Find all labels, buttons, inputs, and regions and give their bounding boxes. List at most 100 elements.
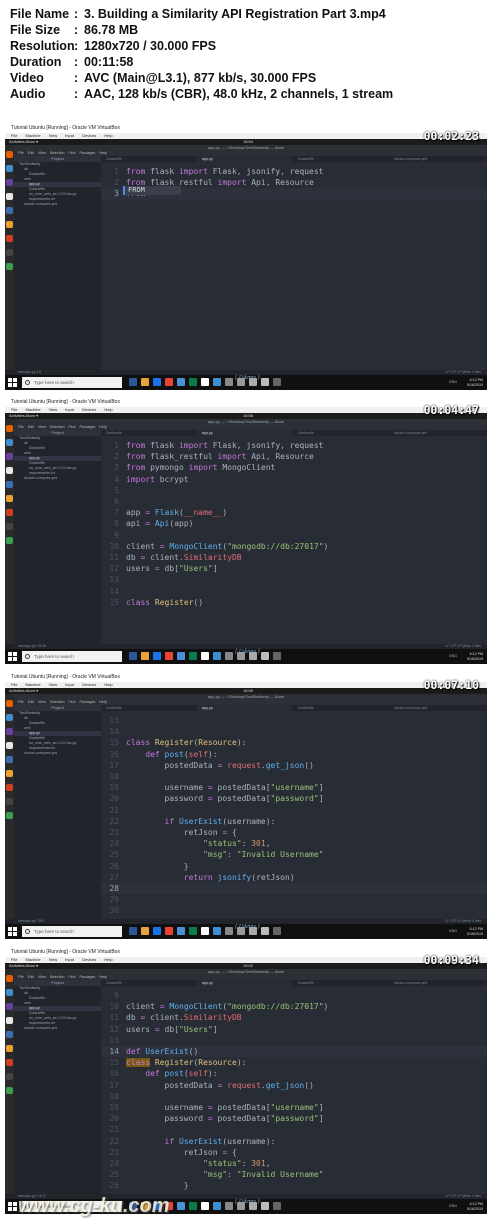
vbox-menu-item[interactable]: Help [104, 682, 112, 687]
atom-menu-item[interactable]: Find [69, 151, 76, 155]
dock-app-icon[interactable] [6, 165, 13, 172]
atom-menu-item[interactable]: File [18, 700, 24, 704]
vbox-menu-item[interactable]: View [49, 407, 58, 412]
atom-menu-item[interactable]: Selection [50, 151, 65, 155]
taskbar-app-icon[interactable] [153, 378, 161, 386]
atom-menu-item[interactable]: Help [99, 700, 106, 704]
dock-app-icon[interactable] [6, 812, 13, 819]
atom-menu-item[interactable]: Packages [80, 975, 96, 979]
atom-menu-item[interactable]: Help [99, 151, 106, 155]
code-editor[interactable]: 13 14 15 class Register(Resource): 16 def po… [101, 711, 487, 919]
taskbar-app-icon[interactable] [189, 1202, 197, 1210]
atom-menu-item[interactable]: Edit [28, 700, 34, 704]
taskbar-app-icon[interactable] [153, 927, 161, 935]
vbox-menu-item[interactable]: Machine [25, 682, 40, 687]
taskbar-app-icon[interactable] [213, 652, 221, 660]
dock-app-icon[interactable] [6, 714, 13, 721]
taskbar-app-icon[interactable] [213, 378, 221, 386]
system-tray-clock[interactable]: 6:12 PM 5/16/2019 [467, 652, 483, 661]
atom-menu-item[interactable]: Edit [28, 975, 34, 979]
atom-menu-item[interactable]: File [18, 975, 24, 979]
taskbar-app-icon[interactable] [225, 1202, 233, 1210]
atom-menu-item[interactable]: View [38, 700, 46, 704]
taskbar-app-icon[interactable] [225, 927, 233, 935]
atom-menu-item[interactable]: View [38, 151, 46, 155]
atom-menu-item[interactable]: Find [69, 975, 76, 979]
dock-app-icon[interactable] [6, 742, 13, 749]
code-editor[interactable]: 9 10 client = MongoClient("mongodb://db:27… [101, 986, 487, 1194]
taskbar-app-icon[interactable] [213, 1202, 221, 1210]
dock-app-icon[interactable] [6, 151, 13, 158]
atom-menu-item[interactable]: Help [99, 975, 106, 979]
vbox-menu-item[interactable]: Devices [82, 407, 96, 412]
vbox-menu-item[interactable]: Devices [82, 682, 96, 687]
windows-start-icon[interactable] [8, 652, 17, 661]
dock-app-icon[interactable] [6, 1059, 13, 1066]
dock-app-icon[interactable] [6, 439, 13, 446]
vbox-menu-item[interactable]: File [11, 682, 17, 687]
taskbar-app-icon[interactable] [141, 927, 149, 935]
vbox-menu-item[interactable]: View [49, 133, 58, 138]
taskbar-app-icon[interactable] [225, 652, 233, 660]
code-editor[interactable]: 1 from flask import Flask, jsonify, reque… [101, 436, 487, 644]
atom-menu-item[interactable]: Selection [50, 975, 65, 979]
taskbar-app-icon[interactable] [261, 927, 269, 935]
taskbar-app-icon[interactable] [141, 652, 149, 660]
dock-app-icon[interactable] [6, 1045, 13, 1052]
atom-menu-item[interactable]: Help [99, 425, 106, 429]
tree-item[interactable]: docker-compose.yml [14, 476, 101, 481]
dock-app-icon[interactable] [6, 798, 13, 805]
dock-app-icon[interactable] [6, 495, 13, 502]
dock-app-icon[interactable] [6, 1073, 13, 1080]
dock-app-icon[interactable] [6, 481, 13, 488]
dock-app-icon[interactable] [6, 1003, 13, 1010]
taskbar-app-icon[interactable] [201, 927, 209, 935]
taskbar-app-icon[interactable] [261, 378, 269, 386]
vbox-menu-item[interactable]: Machine [25, 957, 40, 962]
atom-menu-item[interactable]: Find [69, 700, 76, 704]
taskbar-app-icon[interactable] [261, 652, 269, 660]
dock-app-icon[interactable] [6, 1017, 13, 1024]
taskbar-app-icon[interactable] [153, 652, 161, 660]
system-tray-clock[interactable]: 6:12 PM 5/16/2019 [467, 927, 483, 936]
dock-app-icon[interactable] [6, 537, 13, 544]
atom-menu-item[interactable]: File [18, 425, 24, 429]
dock-app-icon[interactable] [6, 221, 13, 228]
vbox-menu-item[interactable]: Machine [25, 407, 40, 412]
taskbar-app-icon[interactable] [165, 927, 173, 935]
dock-app-icon[interactable] [6, 467, 13, 474]
vbox-menu-item[interactable]: Input [65, 682, 74, 687]
vbox-menu-item[interactable]: Input [65, 957, 74, 962]
atom-menu-item[interactable]: Packages [80, 151, 96, 155]
vbox-menu-item[interactable]: File [11, 407, 17, 412]
taskbar-app-icon[interactable] [273, 378, 281, 386]
vbox-menu-item[interactable]: View [49, 957, 58, 962]
taskbar-app-icon[interactable] [273, 1202, 281, 1210]
dock-app-icon[interactable] [6, 453, 13, 460]
dock-app-icon[interactable] [6, 700, 13, 707]
taskbar-search-box[interactable]: Type here to search [22, 926, 122, 937]
vbox-menu-item[interactable]: Devices [82, 133, 96, 138]
dock-app-icon[interactable] [6, 235, 13, 242]
vbox-menu-item[interactable]: Input [65, 407, 74, 412]
system-tray-clock[interactable]: 6:12 PM 5/16/2019 [467, 378, 483, 387]
taskbar-app-icon[interactable] [129, 652, 137, 660]
atom-menu-item[interactable]: Find [69, 425, 76, 429]
dock-app-icon[interactable] [6, 989, 13, 996]
taskbar-app-icon[interactable] [189, 378, 197, 386]
tree-item[interactable]: docker-compose.yml [14, 202, 101, 207]
taskbar-app-icon[interactable] [225, 378, 233, 386]
atom-menu-item[interactable]: View [38, 425, 46, 429]
dock-app-icon[interactable] [6, 207, 13, 214]
taskbar-app-icon[interactable] [213, 927, 221, 935]
dock-app-icon[interactable] [6, 509, 13, 516]
taskbar-app-icon[interactable] [177, 1202, 185, 1210]
dock-app-icon[interactable] [6, 1031, 13, 1038]
autocomplete-suggestion[interactable]: FROM [123, 186, 181, 195]
dock-app-icon[interactable] [6, 784, 13, 791]
windows-start-icon[interactable] [8, 927, 17, 936]
atom-menu-item[interactable]: Edit [28, 425, 34, 429]
taskbar-search-box[interactable]: Type here to search [22, 377, 122, 388]
dock-app-icon[interactable] [6, 756, 13, 763]
vbox-menu-item[interactable]: View [49, 682, 58, 687]
